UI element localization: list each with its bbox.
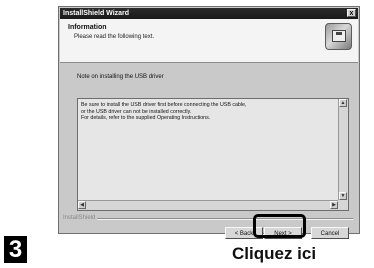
step-number: 3: [4, 236, 27, 263]
setup-disk-icon: [325, 23, 352, 50]
window-title: InstallShield Wizard: [63, 10, 130, 17]
wizard-header: Information Please read the following te…: [60, 19, 358, 63]
title-bar: InstallShield Wizard x: [60, 8, 358, 19]
info-text: Be sure to install the USB driver first …: [81, 102, 336, 122]
scroll-right-icon[interactable]: ▶: [330, 201, 338, 209]
horizontal-scrollbar[interactable]: ◀ ▶: [78, 200, 338, 210]
info-text-area[interactable]: Be sure to install the USB driver first …: [77, 98, 349, 211]
scrollbar-corner: [338, 200, 348, 210]
header-subtitle: Please read the following text.: [74, 34, 155, 40]
header-title: Information: [68, 24, 107, 31]
installshield-wizard-window: InstallShield Wizard x Information Pleas…: [58, 6, 360, 239]
click-here-caption: Cliquez ici: [232, 244, 317, 263]
scroll-down-icon[interactable]: ▼: [339, 192, 347, 200]
cancel-button[interactable]: Cancel: [311, 227, 349, 239]
scroll-left-icon[interactable]: ◀: [78, 201, 86, 209]
scroll-up-icon[interactable]: ▲: [339, 99, 347, 107]
installshield-label: InstallShield: [63, 215, 96, 221]
vertical-scrollbar[interactable]: ▲ ▼: [338, 99, 348, 200]
next-button-highlight: [253, 214, 306, 238]
note-text: Note on installing the USB driver: [77, 74, 164, 80]
footer-divider: [97, 218, 353, 220]
close-icon[interactable]: x: [347, 9, 356, 17]
info-line: For details, refer to the supplied Opera…: [81, 115, 211, 121]
